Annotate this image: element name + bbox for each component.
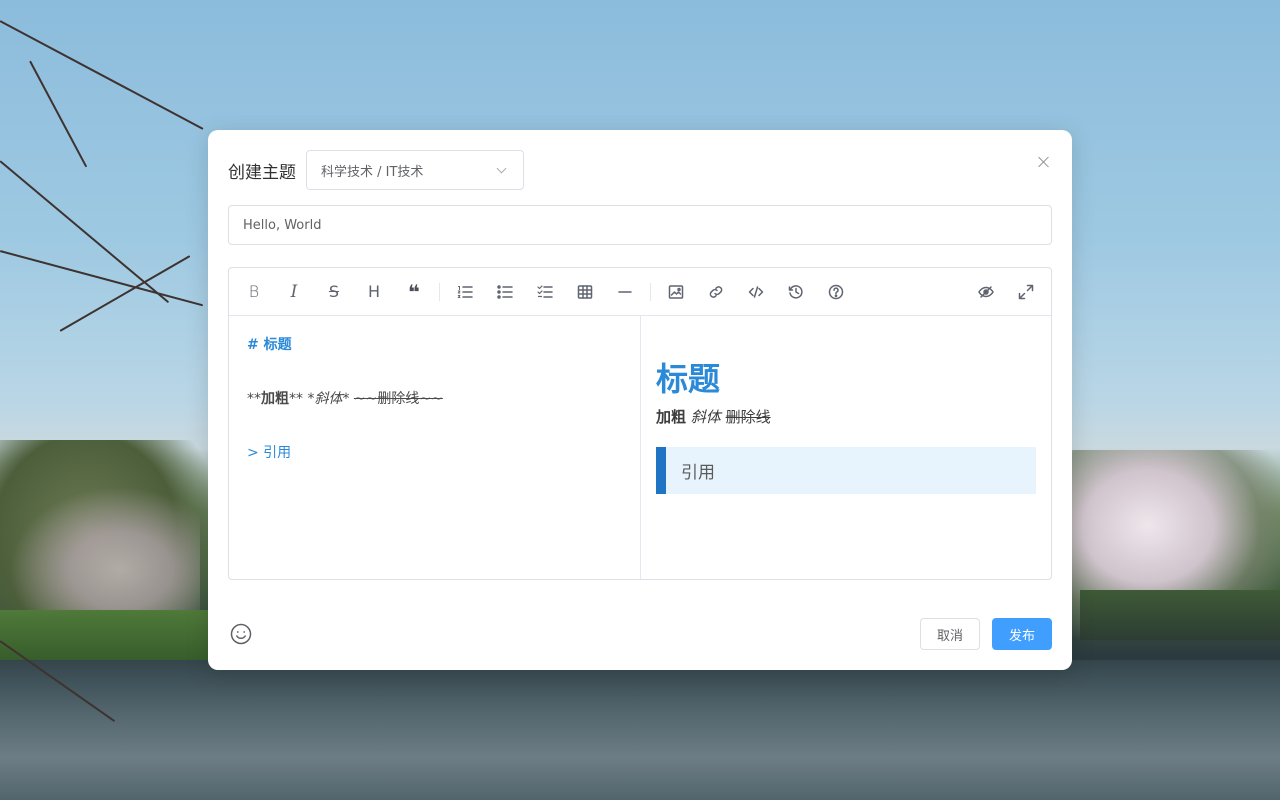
close-icon[interactable] <box>1036 154 1052 170</box>
unordered-list-icon[interactable] <box>485 268 525 316</box>
create-topic-dialog: 创建主题 科学技术 / IT技术 B I S H ❝ <box>208 130 1072 670</box>
italic-icon[interactable]: I <box>274 268 314 316</box>
dialog-title: 创建主题 <box>228 162 296 183</box>
toolbar-divider <box>439 282 440 301</box>
history-icon[interactable] <box>776 268 816 316</box>
background-shore <box>1080 590 1280 640</box>
strikethrough-icon[interactable]: S <box>314 268 354 316</box>
background-grass <box>0 610 215 665</box>
help-icon[interactable] <box>816 268 856 316</box>
markdown-preview-pane: 标题 加粗 斜体 删除线 引用 <box>641 316 1051 579</box>
toolbar-divider <box>650 282 651 301</box>
quote-glyph: ❝ <box>408 279 420 304</box>
cancel-button[interactable]: 取消 <box>920 618 980 650</box>
preview-strike-text: 删除线 <box>725 408 771 426</box>
editor-toolbar: B I S H ❝ <box>229 268 1051 316</box>
preview-blockquote: 引用 <box>656 447 1036 494</box>
category-select-value: 科学技术 / IT技术 <box>321 164 424 180</box>
dialog-footer: 取消 发布 <box>920 618 1052 650</box>
category-select[interactable]: 科学技术 / IT技术 <box>306 150 524 190</box>
source-line-quote: > 引用 <box>247 446 622 500</box>
source-bold-marker: ** <box>247 391 261 407</box>
emoji-icon[interactable] <box>230 623 252 645</box>
publish-button[interactable]: 发布 <box>992 618 1052 650</box>
source-bold-text: 加粗 <box>261 391 289 407</box>
toolbar-right-group <box>966 268 1046 316</box>
background-water <box>0 660 1280 800</box>
table-icon[interactable] <box>565 268 605 316</box>
bold-glyph: B <box>248 282 260 301</box>
preview-bold-text: 加粗 <box>656 408 687 426</box>
bold-icon[interactable]: B <box>234 268 274 316</box>
italic-glyph: I <box>290 281 298 302</box>
preview-heading: 标题 <box>656 360 721 398</box>
preview-paragraph: 加粗 斜体 删除线 <box>656 406 1036 427</box>
background-branch <box>0 20 204 130</box>
source-line-heading: # 标题 <box>247 338 622 392</box>
background-branch <box>29 60 88 168</box>
markdown-source-pane[interactable]: # 标题 **加粗** *斜体* ~~删除线~~ > 引用 <box>229 316 641 579</box>
preview-toggle-icon[interactable] <box>966 268 1006 316</box>
dialog-header: 创建主题 科学技术 / IT技术 <box>228 150 524 190</box>
code-icon[interactable] <box>736 268 776 316</box>
editor-panes: # 标题 **加粗** *斜体* ~~删除线~~ > 引用 标题 加粗 斜体 删… <box>229 316 1051 579</box>
source-italic-marker-end: * <box>342 391 354 407</box>
chevron-down-icon <box>496 163 507 173</box>
preview-quote-text: 引用 <box>681 463 715 483</box>
task-list-icon[interactable] <box>525 268 565 316</box>
source-heading-text: # 标题 <box>247 337 292 353</box>
topic-title-input[interactable] <box>228 205 1052 245</box>
image-icon[interactable] <box>656 268 696 316</box>
heading-icon[interactable]: H <box>354 268 394 316</box>
source-line-inline: **加粗** *斜体* ~~删除线~~ <box>247 392 622 446</box>
source-strike-text: ~~删除线~~ <box>353 391 443 407</box>
link-icon[interactable] <box>696 268 736 316</box>
preview-italic-text: 斜体 <box>690 408 721 426</box>
source-italic-marker: ** * <box>289 391 315 407</box>
horizontal-rule-icon[interactable] <box>605 268 645 316</box>
heading-glyph: H <box>367 282 381 301</box>
markdown-editor: B I S H ❝ # 标题 **加粗** *斜体* ~~删除线~~ > 引用 … <box>228 267 1052 580</box>
background-branch <box>0 250 204 307</box>
strike-glyph: S <box>328 282 340 301</box>
source-italic-text: 斜体 <box>314 391 343 407</box>
ordered-list-icon[interactable] <box>445 268 485 316</box>
fullscreen-icon[interactable] <box>1006 268 1046 316</box>
source-quote-text: > 引用 <box>247 445 292 461</box>
quote-icon[interactable]: ❝ <box>394 268 434 316</box>
